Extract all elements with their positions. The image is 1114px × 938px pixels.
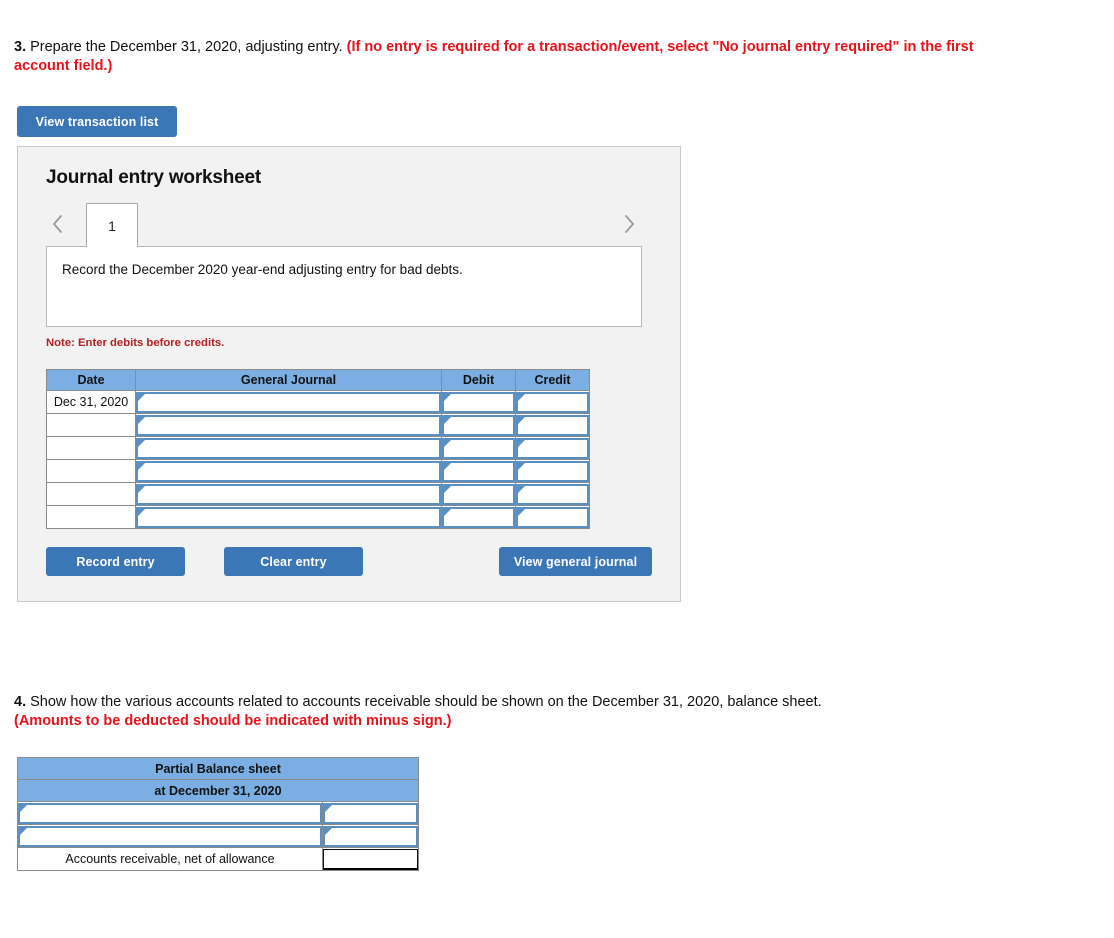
journal-date-cell-5[interactable] [46,505,136,529]
question-4-text: Show how the various accounts related to… [26,694,822,710]
table-row: Dec 31, 2020 [46,390,590,414]
table-row: Accounts receivable, net of allowance [17,847,419,871]
journal-header-credit: Credit [515,369,590,391]
journal-debit-input-5[interactable] [442,506,515,528]
journal-credit-cell-2[interactable] [515,436,590,460]
journal-header-general-journal: General Journal [135,369,442,391]
balance-sheet-total-amount-value [323,848,418,870]
journal-date-cell-4[interactable] [46,482,136,506]
journal-account-cell-1[interactable] [135,413,442,437]
journal-header-debit: Debit [441,369,516,391]
journal-debit-cell-0[interactable] [441,390,516,414]
chevron-right-icon[interactable] [618,211,640,237]
balance-sheet-total-label: Accounts receivable, net of allowance [17,847,323,871]
worksheet-tab-1[interactable]: 1 [86,203,138,247]
question-3-prompt: 3. Prepare the December 31, 2020, adjust… [14,38,974,76]
journal-account-input-0[interactable] [136,391,441,413]
balance-sheet-amount-input-1[interactable] [323,825,418,847]
journal-account-cell-2[interactable] [135,436,442,460]
view-general-journal-button[interactable]: View general journal [499,547,652,576]
journal-credit-input-2[interactable] [516,437,589,459]
journal-debit-input-4[interactable] [442,483,515,505]
journal-date-cell-2[interactable] [46,436,136,460]
journal-header-date: Date [46,369,136,391]
balance-sheet-label-input-1[interactable] [18,825,322,847]
question-4-prompt: 4. Show how the various accounts related… [14,693,974,731]
balance-sheet-amount-input-0[interactable] [323,802,418,824]
journal-debit-cell-2[interactable] [441,436,516,460]
balance-sheet-amount-cell-0[interactable] [322,801,419,825]
view-transaction-list-button[interactable]: View transaction list [17,106,177,137]
balance-sheet-label-cell-1[interactable] [17,824,323,848]
question-4-number: 4. [14,694,27,710]
clear-entry-button[interactable]: Clear entry [224,547,363,576]
journal-credit-cell-5[interactable] [515,505,590,529]
transaction-description-text: Record the December 2020 year-end adjust… [62,262,463,277]
journal-entry-table: Date General Journal Debit Credit Dec 31… [46,369,590,529]
journal-debit-input-0[interactable] [442,391,515,413]
journal-date-cell-1[interactable] [46,413,136,437]
journal-entry-worksheet-panel: Journal entry worksheet 1 Record the Dec… [17,146,681,602]
question-4-red-note: (Amounts to be deducted should be indica… [14,713,452,730]
journal-credit-input-3[interactable] [516,460,589,482]
journal-account-input-5[interactable] [136,506,441,528]
chevron-left-icon[interactable] [46,211,68,237]
worksheet-page: 3. Prepare the December 31, 2020, adjust… [0,0,1114,938]
journal-account-cell-4[interactable] [135,482,442,506]
journal-credit-cell-1[interactable] [515,413,590,437]
journal-debit-cell-3[interactable] [441,459,516,483]
record-entry-button[interactable]: Record entry [46,547,185,576]
partial-balance-sheet-table: Partial Balance sheet at December 31, 20… [17,757,419,871]
journal-credit-cell-4[interactable] [515,482,590,506]
journal-debit-cell-5[interactable] [441,505,516,529]
journal-debit-cell-1[interactable] [441,413,516,437]
question-3-number: 3. [14,39,27,55]
balance-sheet-amount-cell-1[interactable] [322,824,419,848]
worksheet-title: Journal entry worksheet [46,167,262,188]
worksheet-tab-1-label: 1 [108,217,116,234]
balance-sheet-title-row: Partial Balance sheet [17,757,419,780]
table-row [46,413,590,437]
balance-sheet-label-cell-0[interactable] [17,801,323,825]
journal-table-header-row: Date General Journal Debit Credit [46,369,590,391]
question-3-text: Prepare the December 31, 2020, adjusting… [26,39,347,55]
journal-date-cell-3[interactable] [46,459,136,483]
journal-account-input-2[interactable] [136,437,441,459]
journal-credit-input-4[interactable] [516,483,589,505]
balance-sheet-label-input-0[interactable] [18,802,322,824]
journal-account-input-1[interactable] [136,414,441,436]
journal-credit-cell-3[interactable] [515,459,590,483]
balance-sheet-subtitle-row: at December 31, 2020 [17,779,419,802]
journal-debit-input-1[interactable] [442,414,515,436]
journal-account-cell-3[interactable] [135,459,442,483]
journal-account-input-4[interactable] [136,483,441,505]
debits-before-credits-note: Note: Enter debits before credits. [46,337,225,349]
balance-sheet-title: Partial Balance sheet [17,757,419,780]
journal-debit-input-2[interactable] [442,437,515,459]
journal-debit-input-3[interactable] [442,460,515,482]
table-row [17,824,419,848]
balance-sheet-subtitle: at December 31, 2020 [17,779,419,802]
journal-debit-cell-4[interactable] [441,482,516,506]
journal-credit-input-5[interactable] [516,506,589,528]
balance-sheet-total-amount-cell [322,847,419,871]
journal-account-input-3[interactable] [136,460,441,482]
transaction-description-box: Record the December 2020 year-end adjust… [46,246,642,327]
journal-account-cell-5[interactable] [135,505,442,529]
table-row [46,459,590,483]
journal-credit-input-0[interactable] [516,391,589,413]
journal-credit-input-1[interactable] [516,414,589,436]
journal-account-cell-0[interactable] [135,390,442,414]
worksheet-pager: 1 [46,203,654,247]
table-row [17,801,419,825]
table-row [46,482,590,506]
table-row [46,505,590,529]
journal-date-cell-0[interactable]: Dec 31, 2020 [46,390,136,414]
table-row [46,436,590,460]
journal-credit-cell-0[interactable] [515,390,590,414]
